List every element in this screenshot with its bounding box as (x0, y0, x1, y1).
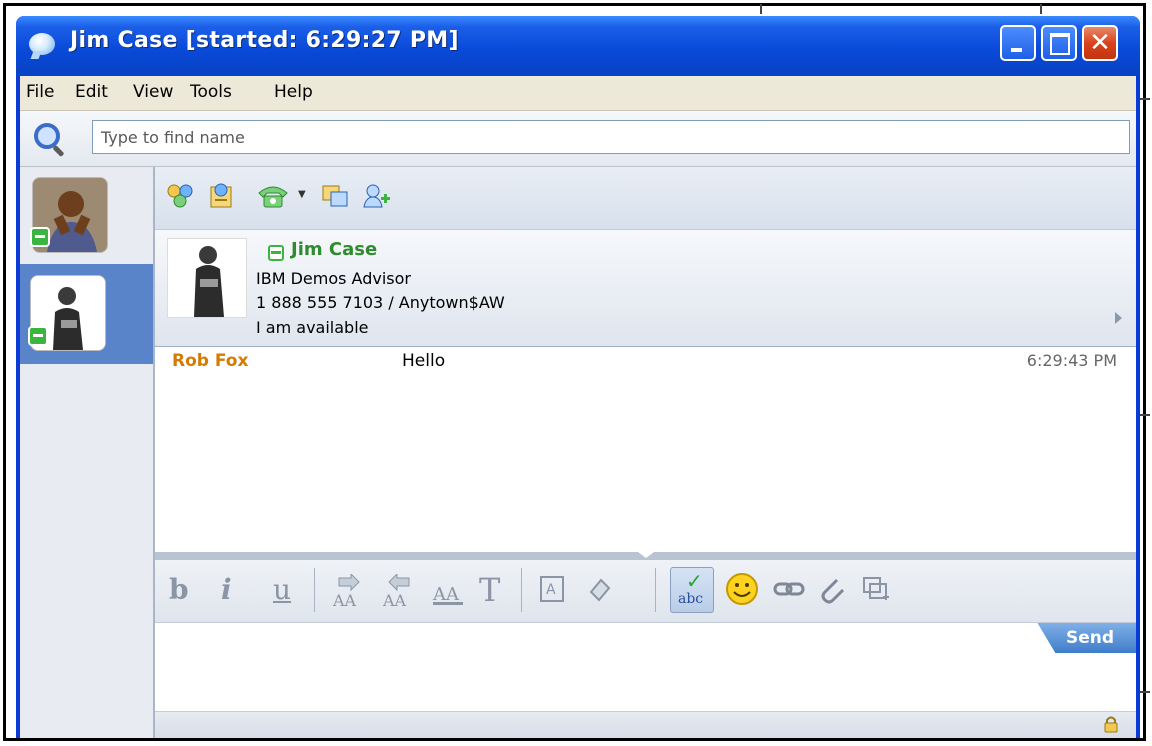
contact-phone-location: 1 888 555 7103 / Anytown$AW (256, 293, 505, 312)
message-time: 6:29:43 PM (1026, 351, 1117, 370)
menu-tools[interactable]: Tools (190, 82, 232, 102)
status-available-icon (268, 245, 284, 261)
contact-photo-icon (194, 246, 224, 317)
message-sender: Rob Fox (172, 351, 249, 371)
check-mark-icon: ✓ (686, 569, 703, 593)
spell-check-icon: abc (678, 591, 704, 607)
conversation-tab[interactable] (28, 177, 146, 263)
background-artifact (1040, 4, 1042, 14)
search-input[interactable] (92, 120, 1130, 154)
close-icon: ✕ (1089, 28, 1111, 58)
toolbar-separator (521, 568, 522, 612)
search-bar (20, 111, 1136, 167)
background-artifact (1140, 98, 1150, 100)
svg-text:AA: AA (432, 584, 460, 605)
background-artifact (1140, 691, 1150, 693)
chat-transcript[interactable]: Rob Fox Hello 6:29:43 PM (155, 347, 1136, 552)
font-button[interactable]: T (479, 574, 500, 606)
search-icon[interactable] (34, 123, 60, 149)
text-box-icon[interactable]: A (538, 574, 568, 604)
chat-toolbar: ▼ (155, 167, 1136, 230)
message-text: Hello (402, 351, 446, 371)
font-color-icon[interactable]: AA (431, 574, 467, 608)
link-icon[interactable] (773, 574, 805, 604)
svg-text:AA: AA (332, 591, 357, 608)
maximize-button[interactable] (1041, 25, 1077, 61)
window-title: Jim Case [started: 6:29:27 PM] (70, 28, 459, 53)
share-contact-icon[interactable] (207, 181, 237, 211)
expand-arrow-icon[interactable] (1115, 312, 1122, 324)
format-toolbar: b i u AA AA AA T A abc ✓ (155, 560, 1136, 623)
screen-share-icon[interactable] (320, 181, 350, 211)
close-button[interactable]: ✕ (1082, 25, 1118, 61)
svg-text:AA: AA (382, 591, 407, 608)
chat-bubble-icon (29, 33, 55, 55)
phone-icon[interactable] (255, 181, 291, 211)
spell-check-button[interactable]: abc ✓ (670, 567, 714, 613)
add-contact-icon[interactable] (362, 181, 392, 211)
toolbar-separator (314, 568, 315, 612)
background-artifact (1140, 414, 1150, 416)
send-button[interactable]: Send (1037, 623, 1136, 653)
message-input-area[interactable]: Send (155, 623, 1136, 712)
menu-view[interactable]: View (133, 82, 173, 102)
underline-button[interactable]: u (273, 574, 291, 606)
menu-help[interactable]: Help (274, 82, 313, 102)
conversation-tab-selected[interactable] (20, 264, 153, 364)
svg-text:A: A (546, 582, 556, 598)
lock-icon (1104, 716, 1118, 733)
conversation-tabs (20, 167, 155, 738)
screen-capture-icon[interactable] (861, 574, 891, 604)
phone-dropdown-icon[interactable]: ▼ (298, 189, 306, 200)
minimize-button[interactable] (1000, 25, 1036, 61)
highlight-icon[interactable] (585, 574, 615, 604)
online-status-icon (28, 326, 48, 346)
status-bar (155, 712, 1136, 738)
increase-font-icon[interactable]: AA (331, 574, 367, 608)
menu-bar: File Edit View Tools Help (20, 76, 1136, 111)
contact-card: Jim Case IBM Demos Advisor 1 888 555 710… (155, 230, 1136, 347)
chat-window: Jim Case [started: 6:29:27 PM] ✕ File Ed… (16, 16, 1140, 738)
chat-area: ▼ Jim Case IBM Demos Advisor 1 888 555 7… (155, 167, 1136, 738)
window-client: File Edit View Tools Help Type to find n… (20, 76, 1136, 738)
emoticon-icon[interactable] (725, 572, 759, 606)
pane-splitter[interactable] (155, 552, 1136, 560)
contact-name[interactable]: Jim Case (291, 239, 377, 260)
toolbar-separator (655, 568, 656, 612)
menu-file[interactable]: File (26, 82, 54, 102)
invite-others-icon[interactable] (165, 181, 195, 211)
bold-button[interactable]: b (169, 574, 189, 606)
title-bar[interactable]: Jim Case [started: 6:29:27 PM] ✕ (16, 16, 1140, 76)
contact-status-message: I am available (256, 318, 369, 337)
online-status-icon (30, 227, 50, 247)
decrease-font-icon[interactable]: AA (381, 574, 417, 608)
italic-button[interactable]: i (221, 574, 232, 606)
background-artifact (760, 4, 762, 14)
attach-icon[interactable] (817, 574, 847, 604)
contact-title: IBM Demos Advisor (256, 269, 411, 288)
menu-edit[interactable]: Edit (75, 82, 108, 102)
contact-photo (167, 238, 247, 318)
